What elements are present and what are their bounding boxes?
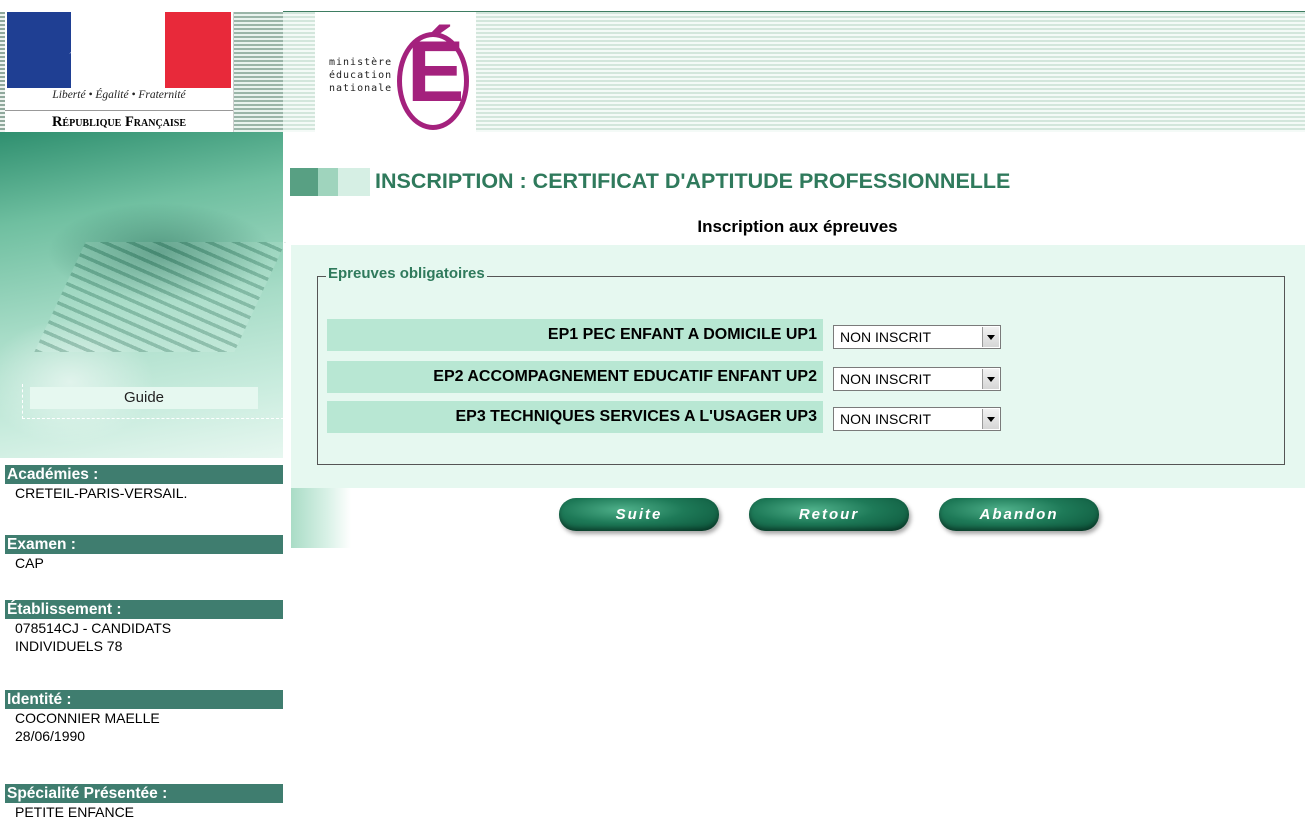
specialite-block: Spécialité Présentée : PETITE ENFANCE xyxy=(5,784,283,821)
marianne-logo: Liberté • Égalité • Fraternité Républiqu… xyxy=(5,12,234,133)
suite-button[interactable]: Suite xyxy=(559,498,719,531)
chevron-down-icon[interactable] xyxy=(982,369,999,389)
select-value: NON INSCRIT xyxy=(840,411,931,427)
left-sidebar: Liberté • Égalité • Fraternité Républiqu… xyxy=(0,0,286,823)
ministry-line-1: ministère xyxy=(329,57,393,68)
etablissement-value-line1: 078514CJ - CANDIDATS xyxy=(15,620,172,636)
examen-block: Examen : CAP xyxy=(5,535,283,572)
keyboard-image xyxy=(34,242,286,352)
ministry-line-3: nationale xyxy=(329,83,393,94)
epreuve-status-select[interactable]: NON INSCRIT xyxy=(833,325,1001,349)
bottom-decoration xyxy=(291,488,351,548)
identite-value-line2: 28/06/1990 xyxy=(15,728,86,744)
etablissement-value-line2: INDIVIDUELS 78 xyxy=(15,638,123,654)
etablissement-title: Établissement : xyxy=(5,600,283,619)
abandon-button[interactable]: Abandon xyxy=(939,498,1099,531)
academies-title: Académies : xyxy=(5,465,283,484)
epreuve-label: EP3 TECHNIQUES SERVICES A L'USAGER UP3 xyxy=(327,401,823,433)
specialite-title: Spécialité Présentée : xyxy=(5,784,283,803)
marianne-profile-icon xyxy=(69,24,161,88)
page-subtitle: Inscription aux épreuves xyxy=(697,217,898,236)
epreuve-label: EP1 PEC ENFANT A DOMICILE UP1 xyxy=(327,319,823,351)
examen-value: CAP xyxy=(15,555,44,571)
epreuve-label: EP2 ACCOMPAGNEMENT EDUCATIF ENFANT UP2 xyxy=(327,361,823,393)
decorative-stripes xyxy=(234,12,283,132)
epreuve-status-select[interactable]: NON INSCRIT xyxy=(833,407,1001,431)
epreuve-status-select[interactable]: NON INSCRIT xyxy=(833,367,1001,391)
select-value: NON INSCRIT xyxy=(840,329,931,345)
academies-block: Académies : CRETEIL-PARIS-VERSAIL. xyxy=(5,465,283,502)
chevron-down-icon[interactable] xyxy=(982,409,999,429)
ministry-name: ministère éducation nationale xyxy=(329,56,392,95)
page-title: INSCRIPTION : CERTIFICAT D'APTITUDE PROF… xyxy=(375,169,1011,193)
etablissement-block: Établissement : 078514CJ - CANDIDATS IND… xyxy=(5,600,283,655)
academies-value: CRETEIL-PARIS-VERSAIL. xyxy=(15,485,188,501)
chevron-down-icon[interactable] xyxy=(982,327,999,347)
retour-button[interactable]: Retour xyxy=(749,498,909,531)
identite-block: Identité : COCONNIER MAELLE 28/06/1990 xyxy=(5,690,283,745)
identite-title: Identité : xyxy=(5,690,283,709)
guide-link[interactable]: Guide xyxy=(30,387,258,409)
select-value: NON INSCRIT xyxy=(840,371,931,387)
title-decoration xyxy=(290,168,370,196)
republic-name: République Française xyxy=(5,110,233,133)
republic-motto: Liberté • Égalité • Fraternité xyxy=(52,89,186,101)
identite-value-line1: COCONNIER MAELLE xyxy=(15,710,160,726)
ministry-logo: É ministère éducation nationale xyxy=(315,12,476,132)
specialite-value: PETITE ENFANCE xyxy=(15,804,135,820)
fieldset-legend: Epreuves obligatoires xyxy=(326,265,487,282)
examen-title: Examen : xyxy=(5,535,283,554)
ministry-line-2: éducation xyxy=(329,70,393,81)
ministry-letter: É xyxy=(407,24,465,120)
